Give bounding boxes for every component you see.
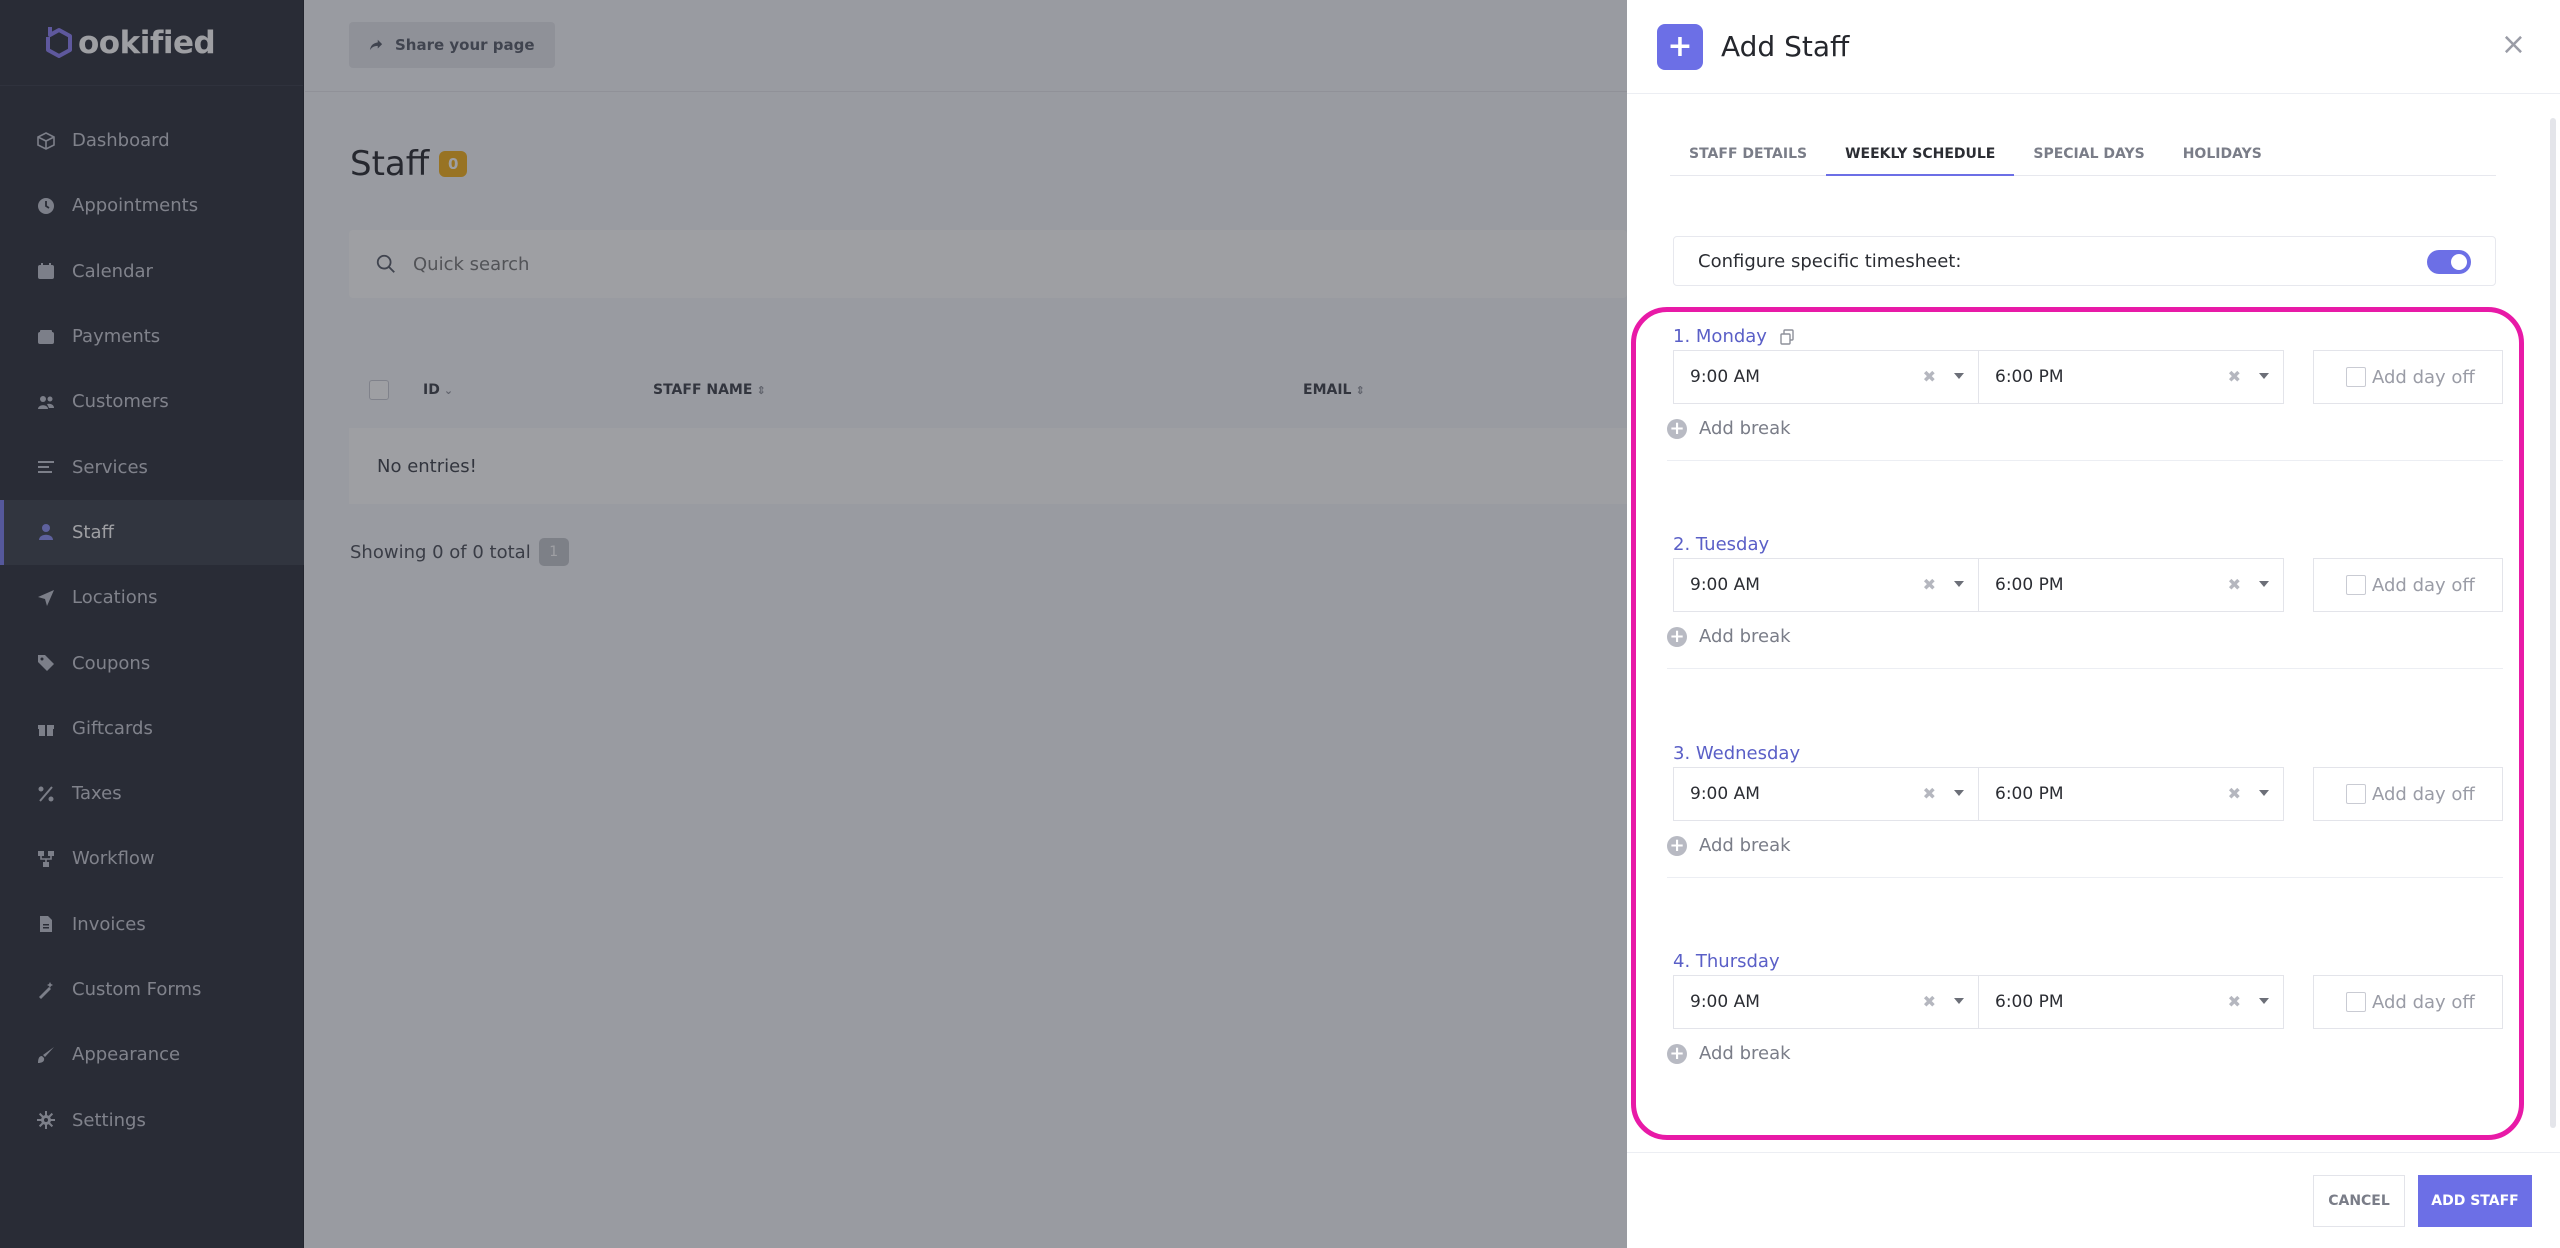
chevron-down-icon[interactable] (2259, 998, 2269, 1004)
start-time-select[interactable]: 9:00 AM ✖ (1673, 767, 1979, 821)
plus-circle-icon: + (1667, 418, 1687, 439)
panel-header: + Add Staff × (1627, 0, 2560, 94)
start-time-select[interactable]: 9:00 AM ✖ (1673, 350, 1979, 404)
checkbox-box[interactable] (2346, 575, 2366, 595)
plus-circle-icon: + (1667, 835, 1687, 856)
checkbox-box[interactable] (2346, 367, 2366, 387)
clear-icon[interactable]: ✖ (2228, 992, 2241, 1011)
configure-timesheet-label: Configure specific timesheet: (1698, 250, 1962, 272)
add-break-button[interactable]: + Add break (1667, 835, 1791, 856)
tab-special-days[interactable]: SPECIAL DAYS (2014, 136, 2163, 176)
cancel-button[interactable]: CANCEL (2313, 1175, 2405, 1227)
plus-circle-icon: + (1667, 626, 1687, 647)
chevron-down-icon[interactable] (1954, 373, 1964, 379)
modal-backdrop[interactable] (0, 0, 1627, 1248)
divider (1667, 668, 2503, 669)
add-break-button[interactable]: + Add break (1667, 626, 1791, 647)
plus-icon: + (1657, 23, 1703, 70)
chevron-down-icon[interactable] (2259, 581, 2269, 587)
add-staff-button[interactable]: ADD STAFF (2418, 1175, 2532, 1227)
plus-circle-icon: + (1667, 1043, 1687, 1064)
tab-holidays[interactable]: HOLIDAYS (2164, 136, 2281, 176)
add-day-off-checkbox[interactable]: Add day off (2313, 767, 2503, 821)
chevron-down-icon[interactable] (2259, 373, 2269, 379)
end-time-select[interactable]: 6:00 PM ✖ (1978, 350, 2284, 404)
clear-icon[interactable]: ✖ (2228, 367, 2241, 386)
day-name: 2. Tuesday (1673, 534, 1770, 555)
tab-staff-details[interactable]: STAFF DETAILS (1670, 136, 1826, 176)
day-name: 4. Thursday (1673, 951, 1780, 972)
start-time-select[interactable]: 9:00 AM ✖ (1673, 975, 1979, 1029)
clear-icon[interactable]: ✖ (2228, 784, 2241, 803)
configure-timesheet-toggle[interactable] (2427, 250, 2471, 274)
chevron-down-icon[interactable] (2259, 790, 2269, 796)
add-day-off-checkbox[interactable]: Add day off (2313, 350, 2503, 404)
clear-icon[interactable]: ✖ (2228, 575, 2241, 594)
clear-icon[interactable]: ✖ (1923, 575, 1936, 594)
panel-title: Add Staff (1721, 30, 1850, 63)
weekly-schedule-list: 1. Monday 9:00 AM ✖ 6:00 PM ✖ Add day off + Add… (1627, 300, 2560, 1150)
tab-weekly-schedule[interactable]: WEEKLY SCHEDULE (1826, 136, 2015, 176)
panel-footer: CANCEL ADD STAFF (1627, 1152, 2560, 1248)
chevron-down-icon[interactable] (1954, 581, 1964, 587)
checkbox-box[interactable] (2346, 992, 2366, 1012)
add-break-button[interactable]: + Add break (1667, 418, 1791, 439)
divider (1667, 460, 2503, 461)
chevron-down-icon[interactable] (1954, 998, 1964, 1004)
configure-timesheet-row: Configure specific timesheet: (1673, 236, 2496, 286)
checkbox-box[interactable] (2346, 784, 2366, 804)
panel-scrollbar[interactable] (2550, 100, 2556, 1144)
clear-icon[interactable]: ✖ (1923, 992, 1936, 1011)
add-day-off-checkbox[interactable]: Add day off (2313, 558, 2503, 612)
chevron-down-icon[interactable] (1954, 790, 1964, 796)
add-staff-panel: + Add Staff × STAFF DETAILS WEEKLY SCHEDU… (1627, 0, 2560, 1248)
close-button[interactable]: × (2501, 30, 2526, 60)
add-day-off-checkbox[interactable]: Add day off (2313, 975, 2503, 1029)
end-time-select[interactable]: 6:00 PM ✖ (1978, 767, 2284, 821)
day-name: 3. Wednesday (1673, 743, 1801, 764)
clear-icon[interactable]: ✖ (1923, 784, 1936, 803)
copy-icon[interactable] (1779, 328, 1795, 345)
panel-tabs: STAFF DETAILS WEEKLY SCHEDULE SPECIAL DAYS… (1670, 136, 2496, 176)
day-name: 1. Monday (1673, 326, 1795, 347)
end-time-select[interactable]: 6:00 PM ✖ (1978, 558, 2284, 612)
add-break-button[interactable]: + Add break (1667, 1043, 1791, 1064)
divider (1667, 877, 2503, 878)
start-time-select[interactable]: 9:00 AM ✖ (1673, 558, 1979, 612)
end-time-select[interactable]: 6:00 PM ✖ (1978, 975, 2284, 1029)
scrollbar-thumb[interactable] (2550, 118, 2556, 1128)
clear-icon[interactable]: ✖ (1923, 367, 1936, 386)
